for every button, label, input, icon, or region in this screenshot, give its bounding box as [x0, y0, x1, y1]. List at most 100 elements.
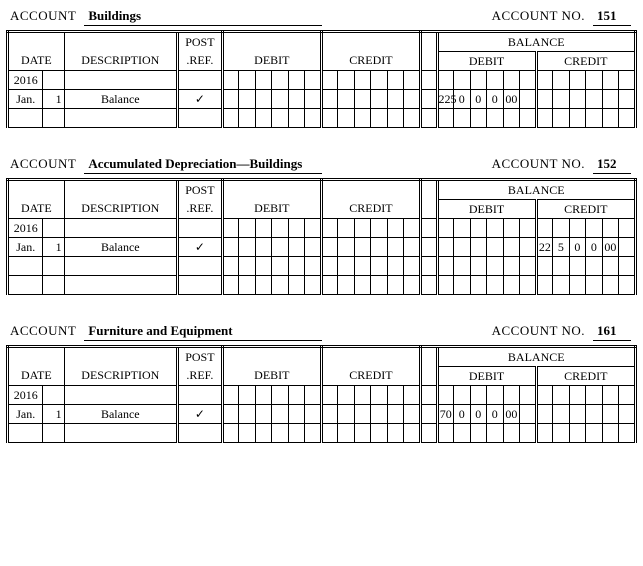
spacer-cell: [420, 257, 437, 276]
amount-cell: 0: [586, 238, 603, 257]
amount-cell: [387, 424, 404, 443]
amount-cell: [255, 405, 272, 424]
day-cell: [43, 276, 64, 295]
amount-cell: [454, 219, 471, 238]
amount-cell: [503, 219, 520, 238]
amount-cell: [503, 71, 520, 90]
description-cell: [64, 276, 177, 295]
amount-cell: [569, 257, 586, 276]
amount-cell: [321, 219, 338, 238]
amount-cell: [371, 219, 388, 238]
amount-cell: 22: [536, 238, 553, 257]
amount-cell: [553, 424, 570, 443]
amount-cell: [404, 276, 421, 295]
amount-cell: [288, 276, 305, 295]
amount-cell: [619, 276, 636, 295]
description-header: DESCRIPTION: [64, 52, 177, 71]
day-cell: 1: [43, 238, 64, 257]
amount-cell: [520, 276, 537, 295]
amount-cell: [553, 276, 570, 295]
description-cell: [64, 109, 177, 128]
amount-cell: [255, 424, 272, 443]
amount-cell: [602, 90, 619, 109]
account-name: Furniture and Equipment: [84, 323, 322, 341]
amount-cell: [371, 109, 388, 128]
amount-cell: [487, 238, 504, 257]
amount-cell: [305, 238, 322, 257]
spacer-cell: [420, 109, 437, 128]
amount-cell: [288, 386, 305, 405]
amount-cell: [222, 276, 239, 295]
amount-cell: [553, 109, 570, 128]
amount-cell: [354, 71, 371, 90]
balance-debit-header: DEBIT: [437, 52, 536, 71]
amount-cell: [255, 71, 272, 90]
amount-cell: [288, 219, 305, 238]
amount-cell: [454, 257, 471, 276]
amount-cell: [487, 71, 504, 90]
debit-header: DEBIT: [222, 52, 321, 71]
post-ref-cell: [177, 109, 222, 128]
amount-cell: [454, 109, 471, 128]
amount-cell: [569, 276, 586, 295]
amount-cell: [255, 276, 272, 295]
day-cell: 1: [43, 90, 64, 109]
amount-cell: [354, 219, 371, 238]
post-ref-header-2: .REF.: [177, 367, 222, 386]
amount-cell: [437, 71, 454, 90]
balance-header: BALANCE: [437, 347, 636, 367]
description-cell: Balance: [64, 90, 177, 109]
amount-cell: [487, 386, 504, 405]
day-cell: [43, 109, 64, 128]
ledger-table: POST BALANCE DATE DESCRIPTION .REF. DEBI…: [6, 345, 637, 443]
date-header: DATE: [8, 52, 65, 71]
amount-cell: [586, 386, 603, 405]
amount-cell: [569, 386, 586, 405]
table-row: Jan. 1 Balance ✓ 2250000: [8, 238, 636, 257]
amount-cell: [437, 257, 454, 276]
amount-cell: 0: [454, 405, 471, 424]
amount-cell: [586, 90, 603, 109]
table-row: [8, 109, 636, 128]
amount-cell: [272, 238, 289, 257]
amount-cell: [338, 90, 355, 109]
description-cell: [64, 219, 177, 238]
amount-cell: [404, 109, 421, 128]
amount-cell: [470, 219, 487, 238]
amount-cell: [470, 109, 487, 128]
amount-cell: [338, 219, 355, 238]
account-label: ACCOUNT: [10, 8, 76, 24]
amount-cell: [222, 386, 239, 405]
amount-cell: [503, 238, 520, 257]
amount-cell: [602, 276, 619, 295]
amount-cell: 0: [487, 90, 504, 109]
amount-cell: [338, 424, 355, 443]
table-row: 2016: [8, 386, 636, 405]
account-name: Accumulated Depreciation—Buildings: [84, 156, 322, 174]
amount-cell: [470, 71, 487, 90]
amount-cell: [520, 90, 537, 109]
amount-cell: [255, 109, 272, 128]
amount-cell: [553, 219, 570, 238]
amount-cell: [619, 238, 636, 257]
amount-cell: [553, 257, 570, 276]
account-number: 151: [593, 8, 631, 26]
amount-cell: [586, 257, 603, 276]
amount-cell: [520, 238, 537, 257]
amount-cell: [288, 238, 305, 257]
balance-header: BALANCE: [437, 32, 636, 52]
amount-cell: [553, 405, 570, 424]
table-row: [8, 424, 636, 443]
amount-cell: 225: [437, 90, 454, 109]
amount-cell: [305, 257, 322, 276]
spacer-cell: [420, 90, 437, 109]
account-number: 152: [593, 156, 631, 174]
account-name: Buildings: [84, 8, 322, 26]
ledger-table: POST BALANCE DATE DESCRIPTION .REF. DEBI…: [6, 30, 637, 128]
amount-cell: [321, 276, 338, 295]
ledger-table: POST BALANCE DATE DESCRIPTION .REF. DEBI…: [6, 178, 637, 295]
amount-cell: [619, 405, 636, 424]
post-ref-cell: [177, 71, 222, 90]
header-row-1: POST BALANCE: [8, 347, 636, 367]
description-header: DESCRIPTION: [64, 200, 177, 219]
